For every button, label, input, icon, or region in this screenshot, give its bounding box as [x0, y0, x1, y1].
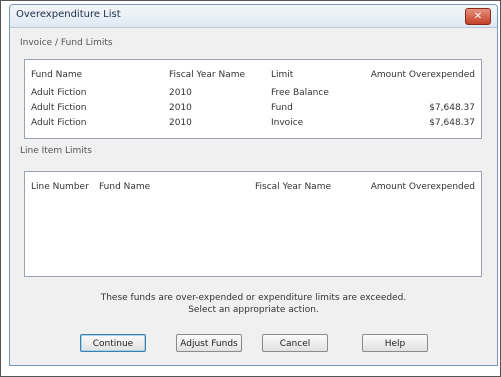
- invoice-fund-limits-list[interactable]: Fund Name Fiscal Year Name Limit Amount …: [24, 59, 482, 139]
- warning-message-line-2: Select an appropriate action.: [188, 305, 319, 315]
- limit-cell: Free Balance: [271, 88, 329, 98]
- close-button[interactable]: ✕: [465, 8, 491, 25]
- close-icon: ✕: [473, 11, 483, 22]
- cancel-button[interactable]: Cancel: [262, 334, 328, 352]
- fund-name-cell: Adult Fiction: [31, 118, 87, 128]
- fund-name-cell: Adult Fiction: [31, 103, 87, 113]
- continue-button[interactable]: Continue: [80, 334, 146, 352]
- table-row[interactable]: Adult Fiction 2010 Free Balance: [25, 88, 481, 102]
- fund-name-cell: Adult Fiction: [31, 88, 87, 98]
- limit-cell: Invoice: [271, 118, 304, 128]
- title-bar: Overexpenditure List ✕: [10, 5, 497, 28]
- overexpenditure-dialog: Overexpenditure List ✕ Invoice / Fund Li…: [9, 4, 498, 366]
- column-header-fiscal-year-name[interactable]: Fiscal Year Name: [169, 70, 245, 80]
- column-header-line-number[interactable]: Line Number: [31, 182, 89, 192]
- line-item-limits-label: Line Item Limits: [20, 146, 92, 156]
- column-header-fiscal-year-name[interactable]: Fiscal Year Name: [255, 182, 331, 192]
- invoice-list-header: Fund Name Fiscal Year Name Limit Amount …: [25, 70, 481, 84]
- help-button[interactable]: Help: [362, 334, 428, 352]
- column-header-amount-overexpended[interactable]: Amount Overexpended: [371, 70, 475, 80]
- adjust-funds-button[interactable]: Adjust Funds: [176, 334, 242, 352]
- table-row[interactable]: Adult Fiction 2010 Fund $7,648.37: [25, 103, 481, 117]
- column-header-fund-name[interactable]: Fund Name: [31, 70, 82, 80]
- fiscal-year-cell: 2010: [169, 103, 192, 113]
- amount-cell: $7,648.37: [429, 103, 475, 113]
- column-header-limit[interactable]: Limit: [271, 70, 293, 80]
- column-header-fund-name[interactable]: Fund Name: [99, 182, 150, 192]
- limit-cell: Fund: [271, 103, 293, 113]
- invoice-fund-limits-label: Invoice / Fund Limits: [20, 38, 113, 48]
- amount-cell: $7,648.37: [429, 118, 475, 128]
- screenshot-frame: Overexpenditure List ✕ Invoice / Fund Li…: [0, 0, 501, 377]
- table-row[interactable]: Adult Fiction 2010 Invoice $7,648.37: [25, 118, 481, 132]
- window-title: Overexpenditure List: [16, 9, 121, 20]
- fiscal-year-cell: 2010: [169, 118, 192, 128]
- line-item-list-header: Line Number Fund Name Fiscal Year Name A…: [25, 182, 481, 196]
- column-header-amount-overexpended[interactable]: Amount Overexpended: [371, 182, 475, 192]
- warning-message-line-1: These funds are over-expended or expendi…: [100, 293, 407, 303]
- line-item-limits-list[interactable]: Line Number Fund Name Fiscal Year Name A…: [24, 171, 482, 277]
- fiscal-year-cell: 2010: [169, 88, 192, 98]
